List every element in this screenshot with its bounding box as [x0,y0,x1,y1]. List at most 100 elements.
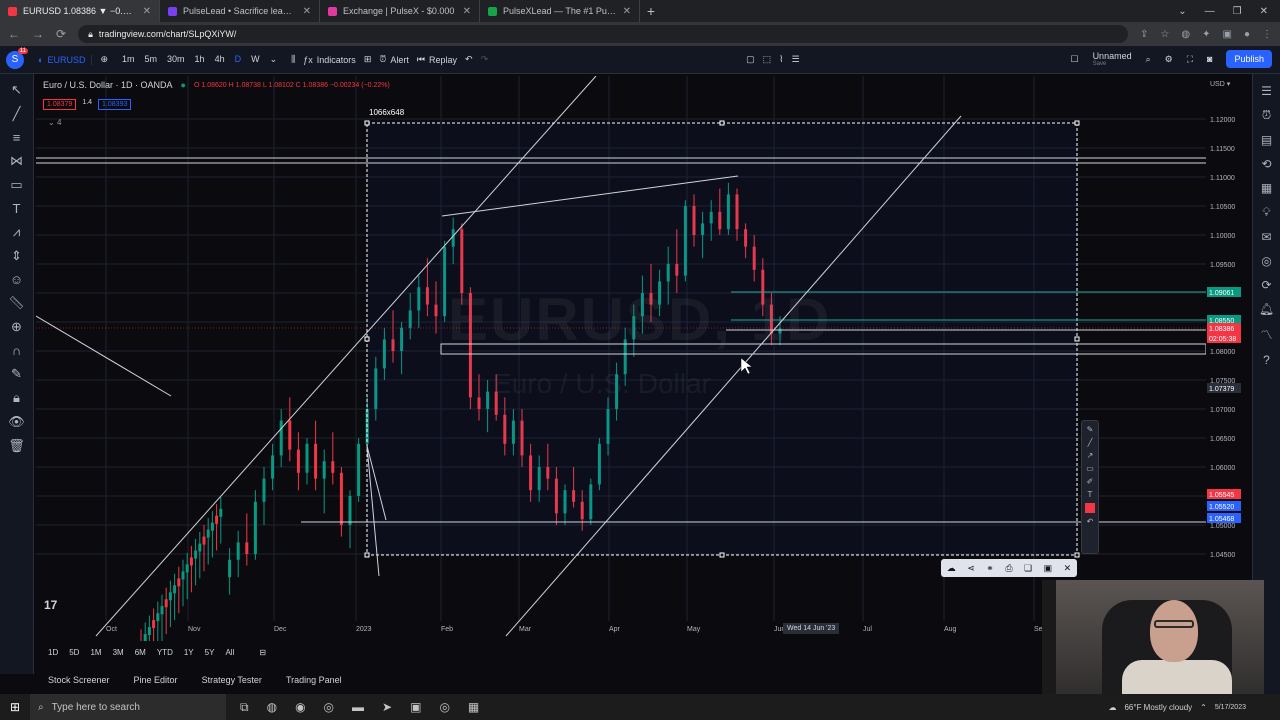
replay-button[interactable]: ⏮︎ Replay [417,54,457,65]
tf-5m[interactable]: 5m [145,54,158,65]
taskbar-date[interactable]: 5/17/2023 [1215,704,1246,711]
star-icon[interactable]: ☆ [1160,29,1169,40]
copy-icon[interactable]: ❏ [1024,563,1032,574]
range-1m[interactable]: 1M [90,648,101,657]
streams-icon[interactable]: ◎ [1261,254,1271,268]
help-icon[interactable]: ? [1263,353,1270,367]
bar-style-icon[interactable]: ⫼ [291,54,295,65]
templates-icon[interactable]: ⊞ [364,54,372,65]
hotlist-icon[interactable]: ⟲ [1261,157,1271,171]
weather-text[interactable]: 66°F Mostly cloudy [1124,703,1192,712]
time-scale[interactable]: Oct Nov Dec 2023 Feb Mar Apr May Jun Jul Aug Sep [36,623,1206,637]
trash-icon[interactable]: 🗑︎ [8,438,25,454]
publish-button[interactable]: Publish [1226,50,1272,68]
reload-icon[interactable]: ⟳ [56,27,66,41]
browser-tab-pulselead[interactable]: PulseLead • Sacrifice leaderboar ✕ [160,0,320,22]
tf-d[interactable]: D [235,54,242,65]
expand-icon[interactable]: ⛶ [1187,54,1193,65]
lines-icon[interactable]: ☰ [792,54,800,65]
brush-icon[interactable]: ✐ [1087,477,1094,486]
close-icon[interactable]: ✕ [1064,563,1072,574]
close-icon[interactable]: ✕ [463,6,471,17]
extension-icon[interactable]: ◍ [1181,29,1190,40]
back-icon[interactable]: ← [8,27,20,41]
text-tool-icon[interactable]: T [13,201,21,216]
text-icon[interactable]: T [1088,490,1093,499]
data-window-icon[interactable]: ⟳ [1261,278,1271,292]
tool-magnet-icon[interactable]: ⌇ [779,54,783,65]
chat-icon[interactable]: ✉ [1261,230,1271,244]
chrome-alt-icon[interactable]: ◎ [439,700,449,715]
profile-icon[interactable]: ● [1244,29,1250,40]
close-icon[interactable]: ✕ [623,6,631,17]
sidepanel-icon[interactable]: ▣ [1223,29,1232,40]
indicators-collapse[interactable]: ⌄ 4 [48,118,61,127]
arrow-icon[interactable]: ↗ [1087,451,1094,460]
price-scale[interactable]: USD ▾ 1.12000 1.11500 1.11000 1.10500 1.10000… [1206,76,1252,641]
trendline-icon[interactable]: ╱ [13,106,21,122]
tf-1m[interactable]: 1m [122,54,135,65]
calculator-icon[interactable]: ▦ [468,700,479,715]
pattern-tool-icon[interactable]: ⩘ [13,224,20,240]
fullscreen-icon[interactable]: ⬚ [763,54,772,65]
tf-4h[interactable]: 4h [215,54,225,65]
tab-pine-editor[interactable]: Pine Editor [134,675,178,685]
shape-icon[interactable]: ▭ [10,177,22,193]
sell-button[interactable]: 1.08379 [43,99,77,110]
search-icon[interactable]: ⌕ [1146,54,1151,65]
discord-icon[interactable]: ◉ [295,700,305,715]
share-icon[interactable]: ⋖ [967,563,975,574]
puzzle-icon[interactable]: ✦ [1202,29,1210,40]
menu-icon[interactable]: ⋮ [1262,29,1272,40]
range-6m[interactable]: 6M [135,648,146,657]
news-icon[interactable]: ▤ [1261,133,1272,147]
taskbar-search[interactable]: ⌕ Type here to search [30,694,226,720]
goto-date-icon[interactable]: ⊟ [259,648,266,657]
layout-checkbox-icon[interactable]: ☐ [1070,54,1078,65]
lock-icon[interactable]: 🔒︎ [13,390,20,406]
pulse-icon[interactable]: 〽 [1260,326,1272,343]
browser-tab-eurusd[interactable]: EURUSD 1.08386 ▼ −0.22% Unn ✕ [0,0,160,22]
pencil-icon[interactable]: ✎ [1087,425,1094,434]
range-1d[interactable]: 1D [48,648,58,657]
save-icon[interactable]: ▣ [1044,563,1053,574]
notifications-icon[interactable]: 🔔︎ [1259,302,1274,316]
selection-icon[interactable]: ▢ [746,54,755,65]
windows-start-icon[interactable]: ⊞ [0,700,30,714]
chevron-down-icon[interactable]: ⌄ [270,54,278,65]
watchlist-icon[interactable]: ☰ [1261,84,1272,98]
avatar[interactable]: S 11 [6,47,28,69]
magnet-icon[interactable]: ∩ [12,343,21,358]
indicators-button[interactable]: ƒx Indicators [303,55,356,65]
link-icon[interactable]: ⚭ [986,563,994,574]
url-field[interactable]: 🔒︎ tradingview.com/chart/SLpQXiYW/ [78,25,1129,43]
buy-button[interactable]: 1.08393 [98,99,132,110]
close-icon[interactable]: ✕ [143,6,151,17]
compare-add-icon[interactable]: ⊕ [100,54,108,65]
ideas-icon[interactable]: 💡︎ [1262,205,1270,220]
alerts-icon[interactable]: ⏰︎ [1262,108,1271,123]
folder-icon[interactable]: ▬ [352,700,364,715]
pencil-lock-icon[interactable]: ✎ [11,366,22,382]
layout-name-button[interactable]: Unnamed Save [1093,51,1132,67]
ruler-icon[interactable]: 📏︎ [8,295,25,311]
measure-icon[interactable]: ⇕ [11,248,22,264]
range-ytd[interactable]: YTD [157,648,173,657]
line-icon[interactable]: ╱ [1088,438,1093,447]
new-tab-button[interactable]: + [640,0,662,22]
chevron-down-icon[interactable]: ⌄ [1178,6,1186,17]
eye-icon[interactable]: 👁︎ [8,414,25,430]
telegram-icon[interactable]: ➤ [382,700,392,715]
pattern-icon[interactable]: ⋈ [10,153,23,169]
browser-tab-exchange[interactable]: Exchange | PulseX - $0.000 ✕ [320,0,480,22]
forward-icon[interactable]: → [32,27,44,41]
fib-icon[interactable]: ≡ [13,130,21,145]
range-5y[interactable]: 5Y [205,648,215,657]
print-icon[interactable]: ⎙ [1005,563,1012,574]
rectangle-icon[interactable]: ▭ [1086,464,1094,473]
symbol-title[interactable]: Euro / U.S. Dollar · 1D · OANDA [43,80,173,90]
task-view-icon[interactable]: ⧉ [240,700,249,715]
cloud-icon[interactable]: ☁ [947,563,956,574]
tradingview-logo[interactable]: 17 [44,598,57,612]
cursor-icon[interactable]: ↖ [11,82,22,98]
